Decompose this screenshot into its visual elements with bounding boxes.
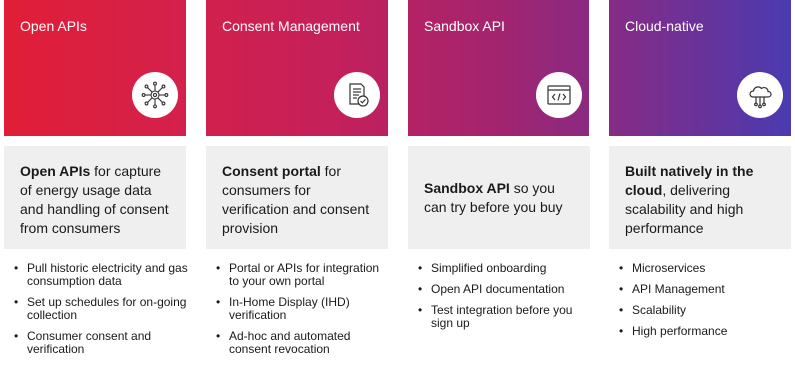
cloud-circuit-icon [737,72,783,118]
list-item: In-Home Display (IHD) verification [216,296,392,322]
summary-highlight: Consent portal [222,163,321,179]
feature-column-consent-management: Consent Management Consent portal for co… [206,0,388,367]
list-item: Set up schedules for on-going collection [14,296,190,322]
list-item: API Management [619,283,795,297]
list-item: Test integration before you sign up [418,304,594,330]
list-item: Microservices [619,262,795,276]
list-item: Consumer consent and verification [14,330,190,356]
list-item: Ad-hoc and automated consent revocation [216,330,392,356]
list-item: Simplified onboarding [418,262,594,276]
summary-highlight: Sandbox API [424,179,510,196]
banner-divider [589,0,609,136]
column-title: Open APIs [20,18,87,34]
feature-list: Portal or APIs for integration to your o… [216,262,392,364]
feature-list: Pull historic electricity and gas consum… [14,262,190,364]
list-item: Open API documentation [418,283,594,297]
column-summary: Sandbox API so you can try before you bu… [408,146,590,249]
list-item: Pull historic electricity and gas consum… [14,262,190,288]
feature-list: Microservices API Management Scalability… [619,262,795,346]
list-item: High performance [619,325,795,339]
column-title: Consent Management [222,18,360,34]
column-title: Cloud-native [625,18,704,34]
list-item: Portal or APIs for integration to your o… [216,262,392,288]
column-summary: Open APIs for capture of energy usage da… [4,146,186,249]
banner-divider [388,0,408,136]
banner-divider [186,0,206,136]
feature-column-sandbox-api: Sandbox API Sandbox API so you can try b… [408,0,590,367]
column-title: Sandbox API [424,18,505,34]
feature-column-cloud-native: Cloud-native Built natively in the cloud… [609,0,791,367]
feature-column-open-apis: Open APIs Open APIs for capture of energ… [4,0,188,367]
summary-highlight: Open APIs [20,163,91,179]
code-window-icon [536,72,582,118]
column-summary: Built natively in the cloud, delivering … [609,146,791,249]
list-item: Scalability [619,304,795,318]
feature-list: Simplified onboarding Open API documenta… [418,262,594,338]
document-check-icon [334,72,380,118]
network-hub-icon [132,72,178,118]
column-summary: Consent portal for consumers for verific… [206,146,388,249]
